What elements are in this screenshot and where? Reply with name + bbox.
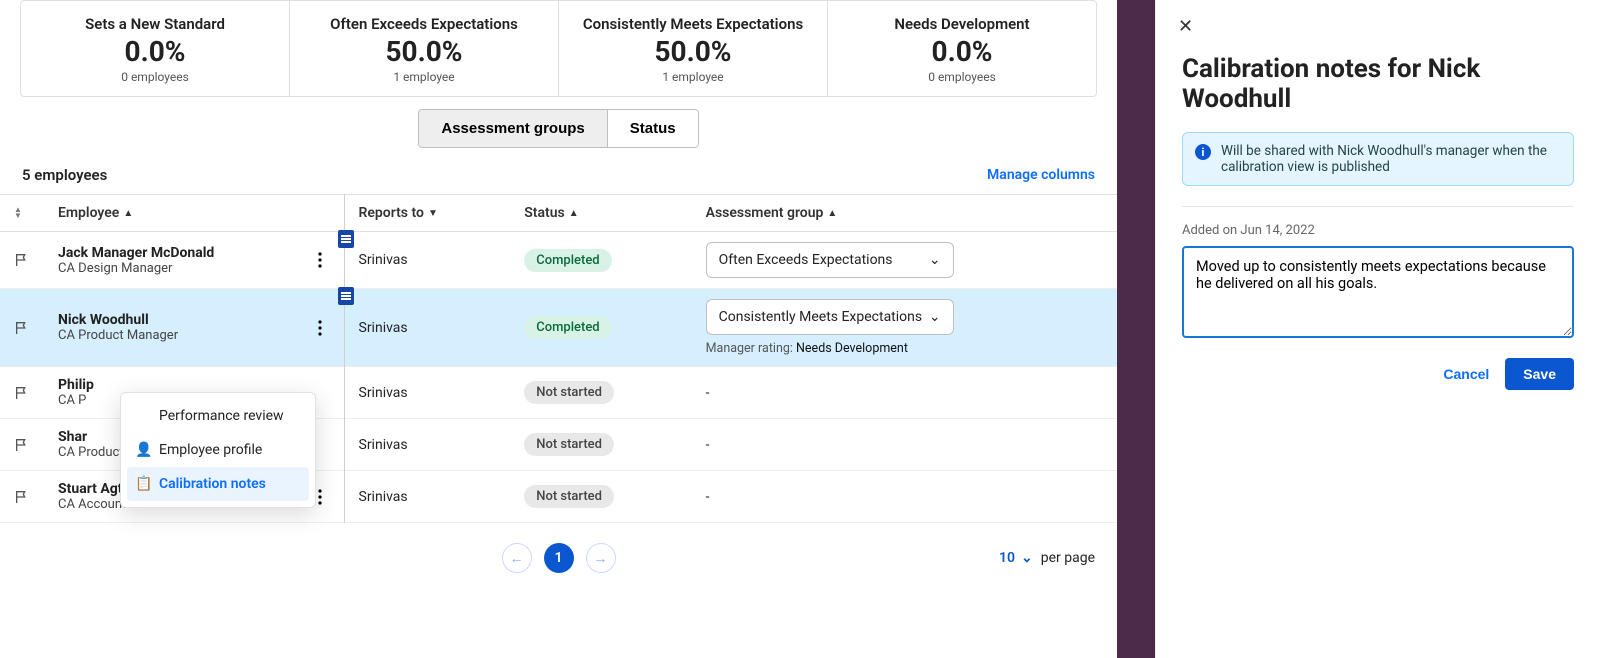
- employee-role: CA Product Manager: [58, 328, 178, 343]
- segment-assessment-groups[interactable]: Assessment groups: [419, 110, 606, 147]
- employee-role: CA P: [58, 393, 94, 408]
- segment-status[interactable]: Status: [607, 110, 698, 147]
- page-size-select[interactable]: 10 ⌄: [999, 550, 1033, 566]
- summary-card: Often Exceeds Expectations 50.0% 1 emplo…: [290, 1, 559, 96]
- employee-count: 5 employees: [22, 166, 107, 184]
- summary-card: Needs Development 0.0% 0 employees: [828, 1, 1096, 96]
- card-percent: 50.0%: [565, 35, 821, 68]
- col-status[interactable]: Status▲: [510, 195, 691, 232]
- view-segment: Assessment groups Status: [418, 109, 698, 148]
- panel-title: Calibration notes for Nick Woodhull: [1182, 54, 1574, 114]
- card-title: Often Exceeds Expectations: [296, 15, 552, 33]
- flag-icon[interactable]: [14, 385, 30, 401]
- save-button[interactable]: Save: [1505, 358, 1574, 390]
- note-badge-icon[interactable]: [338, 230, 354, 248]
- summary-cards: Sets a New Standard 0.0% 0 employees Oft…: [20, 0, 1097, 97]
- page-prev-button[interactable]: ←: [502, 543, 532, 573]
- col-reports-to[interactable]: Reports to▼: [344, 195, 510, 232]
- assessment-cell: -: [692, 367, 1117, 419]
- close-icon[interactable]: ✕: [1178, 16, 1193, 37]
- card-percent: 0.0%: [834, 35, 1090, 68]
- clipboard-icon: 📋: [137, 476, 151, 492]
- info-banner: i Will be shared with Nick Woodhull's ma…: [1182, 132, 1574, 186]
- status-chip: Not started: [524, 485, 614, 508]
- employee-name: Jack Manager McDonald: [58, 245, 214, 261]
- flag-icon[interactable]: [14, 437, 30, 453]
- reports-to-cell: Srinivas: [344, 232, 510, 289]
- menu-employee-profile[interactable]: 👤 Employee profile: [127, 433, 309, 467]
- menu-performance-review[interactable]: Performance review: [127, 399, 309, 433]
- per-page-label: per page: [1041, 550, 1095, 566]
- card-title: Needs Development: [834, 15, 1090, 33]
- table-row[interactable]: Jack Manager McDonald CA Design Manager …: [0, 232, 1117, 289]
- chevron-down-icon: ⌄: [929, 252, 941, 268]
- card-percent: 0.0%: [27, 35, 283, 68]
- note-date: Added on Jun 14, 2022: [1182, 223, 1574, 238]
- status-chip: Completed: [524, 249, 611, 272]
- chevron-down-icon: ⌄: [1021, 550, 1033, 566]
- table-row[interactable]: Nick Woodhull CA Product Manager Sriniva…: [0, 289, 1117, 367]
- card-sub: 0 employees: [27, 70, 283, 84]
- calibration-notes-panel: ✕ Calibration notes for Nick Woodhull i …: [1155, 0, 1600, 658]
- card-percent: 50.0%: [296, 35, 552, 68]
- cancel-button[interactable]: Cancel: [1443, 366, 1489, 382]
- flag-icon[interactable]: [14, 252, 30, 268]
- col-assessment-group[interactable]: Assessment group▲: [692, 195, 1117, 232]
- person-icon: 👤: [137, 442, 151, 458]
- card-sub: 0 employees: [834, 70, 1090, 84]
- status-chip: Not started: [524, 433, 614, 456]
- summary-card: Consistently Meets Expectations 50.0% 1 …: [559, 1, 828, 96]
- card-sub: 1 employee: [565, 70, 821, 84]
- row-menu-button[interactable]: [310, 248, 330, 272]
- assessment-cell: -: [692, 471, 1117, 523]
- reports-to-cell: Srinivas: [344, 367, 510, 419]
- manager-rating: Manager rating: Needs Development: [706, 341, 1103, 356]
- card-title: Sets a New Standard: [27, 15, 283, 33]
- assessment-select[interactable]: Often Exceeds Expectations ⌄: [706, 242, 954, 278]
- employee-name: Philip: [58, 377, 94, 393]
- info-icon: i: [1195, 144, 1211, 160]
- flag-icon[interactable]: [14, 489, 30, 505]
- divider: [1182, 206, 1574, 207]
- reports-to-cell: Srinivas: [344, 471, 510, 523]
- row-menu-button[interactable]: [310, 316, 330, 340]
- divider-stripe: [1117, 0, 1155, 658]
- assessment-select[interactable]: Consistently Meets Expectations ⌄: [706, 299, 954, 335]
- row-context-menu: Performance review 👤 Employee profile 📋 …: [120, 392, 316, 508]
- assessment-cell: -: [692, 419, 1117, 471]
- employee-name: Nick Woodhull: [58, 312, 178, 328]
- card-sub: 1 employee: [296, 70, 552, 84]
- page-current[interactable]: 1: [544, 543, 574, 573]
- card-title: Consistently Meets Expectations: [565, 15, 821, 33]
- note-badge-icon[interactable]: [338, 287, 354, 305]
- flag-icon[interactable]: [14, 320, 30, 336]
- summary-card: Sets a New Standard 0.0% 0 employees: [21, 1, 290, 96]
- page-next-button[interactable]: →: [586, 543, 616, 573]
- menu-calibration-notes[interactable]: 📋 Calibration notes: [127, 467, 309, 501]
- reports-to-cell: Srinivas: [344, 419, 510, 471]
- note-textarea[interactable]: [1182, 246, 1574, 338]
- manage-columns-link[interactable]: Manage columns: [987, 167, 1095, 183]
- pagination: ← 1 → 10 ⌄ per page: [0, 543, 1117, 573]
- chevron-down-icon: ⌄: [929, 309, 941, 325]
- status-chip: Completed: [524, 316, 611, 339]
- reports-to-cell: Srinivas: [344, 289, 510, 367]
- status-chip: Not started: [524, 381, 614, 404]
- col-flag[interactable]: ▲▼: [0, 195, 44, 232]
- employee-role: CA Design Manager: [58, 261, 214, 276]
- col-employee[interactable]: Employee▲: [44, 195, 344, 232]
